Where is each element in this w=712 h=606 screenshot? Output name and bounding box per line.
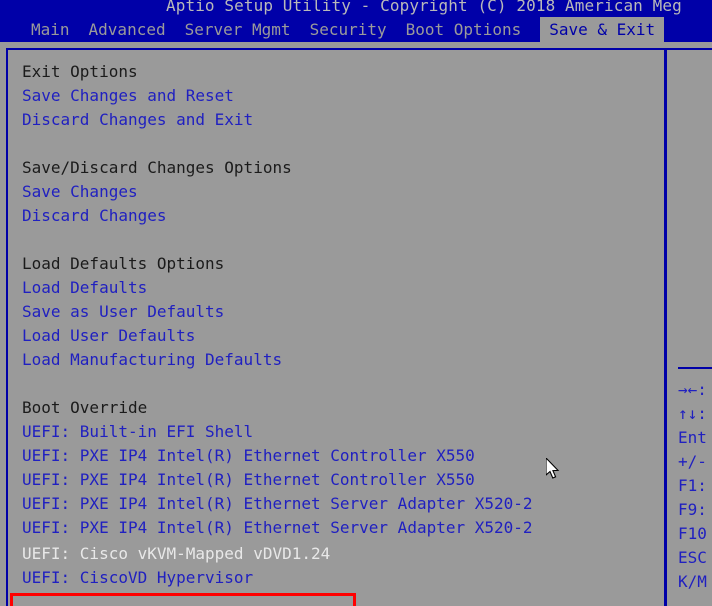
- menu-gap: [291, 17, 310, 42]
- menu-option[interactable]: UEFI: Cisco vKVM-Mapped vDVD1.24: [22, 542, 330, 566]
- menu-option[interactable]: UEFI: PXE IP4 Intel(R) Ethernet Server A…: [22, 516, 533, 540]
- help-key-row: ESC: [678, 548, 707, 567]
- section-header: Load Defaults Options: [22, 254, 225, 273]
- help-key-row: →←:: [678, 380, 707, 399]
- menu-option[interactable]: UEFI: PXE IP4 Intel(R) Ethernet Controll…: [22, 444, 475, 468]
- menu-tab-boot-options[interactable]: Boot Options: [406, 17, 522, 42]
- help-key-legend: →←: ↑↓: Ent +/- F1: F9: F10 ESC K/M: [667, 42, 712, 606]
- menu-option[interactable]: Discard Changes and Exit: [22, 108, 253, 132]
- help-key-row: ↑↓:: [678, 404, 707, 423]
- menu-option[interactable]: UEFI: Built-in EFI Shell: [22, 420, 253, 444]
- menu-option[interactable]: UEFI: PXE IP4 Intel(R) Ethernet Server A…: [22, 492, 533, 516]
- settings-list: Exit Options Save Changes and Reset Discar…: [0, 42, 664, 606]
- menu-option[interactable]: Load Manufacturing Defaults: [22, 348, 282, 372]
- section-header: Save/Discard Changes Options: [22, 158, 292, 177]
- menu-option[interactable]: Load Defaults: [22, 276, 147, 300]
- menu-option[interactable]: Save as User Defaults: [22, 300, 224, 324]
- section-header: Exit Options: [22, 62, 138, 81]
- help-key-row: F1:: [678, 476, 707, 495]
- title-bar: Aptio Setup Utility - Copyright (C) 2018…: [0, 0, 712, 17]
- bios-setup-screen: Aptio Setup Utility - Copyright (C) 2018…: [0, 0, 712, 606]
- menu-gap: [70, 17, 89, 42]
- help-key-row: F9:: [678, 500, 707, 519]
- menu-tab-save-exit[interactable]: Save & Exit: [540, 17, 665, 42]
- help-key-row: F10: [678, 524, 707, 543]
- menu-tab-main[interactable]: Main: [31, 17, 70, 42]
- menu-option[interactable]: UEFI: CiscoVD Hypervisor: [22, 566, 253, 590]
- menu-tab-server-mgmt[interactable]: Server Mgmt: [185, 17, 291, 42]
- menu-bar: Main Advanced Server Mgmt Security Boot Opti…: [0, 17, 712, 42]
- menu-tab-security[interactable]: Security: [310, 17, 387, 42]
- help-key-row: K/M: [678, 572, 707, 591]
- help-key-row: +/-: [678, 452, 707, 471]
- section-header: Boot Override: [22, 398, 148, 417]
- menu-tab-advanced[interactable]: Advanced: [89, 17, 166, 42]
- menu-gap: [387, 17, 406, 42]
- menu-gap: [166, 17, 185, 42]
- content-area: Exit Options Save Changes and Reset Discar…: [0, 42, 712, 606]
- menu-option[interactable]: Discard Changes: [22, 204, 167, 228]
- menu-option[interactable]: Load User Defaults: [22, 324, 195, 348]
- menu-gap: [521, 17, 540, 42]
- menu-option[interactable]: Save Changes: [22, 180, 138, 204]
- page-title: Aptio Setup Utility - Copyright (C) 2018…: [166, 0, 682, 15]
- menu-option[interactable]: UEFI: PXE IP4 Intel(R) Ethernet Controll…: [22, 468, 475, 492]
- help-key-row: Ent: [678, 428, 707, 447]
- menu-option[interactable]: Save Changes and Reset: [22, 84, 234, 108]
